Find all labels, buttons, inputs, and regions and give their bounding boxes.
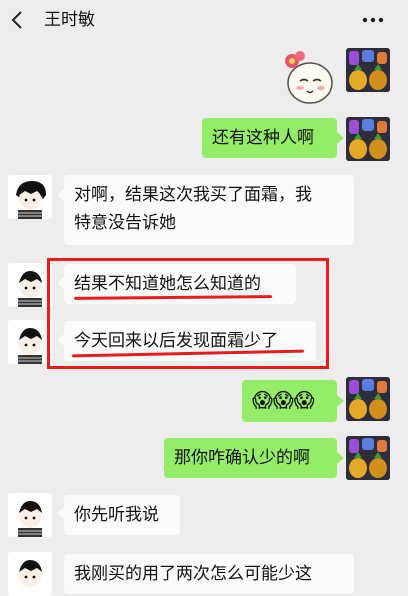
- contact-avatar[interactable]: [8, 493, 52, 537]
- my-avatar[interactable]: [346, 48, 390, 92]
- back-arrow-icon[interactable]: [10, 9, 24, 31]
- my-avatar[interactable]: [346, 117, 390, 161]
- message-text: 我刚买的用了两次怎么可能少这: [74, 564, 312, 584]
- incoming-message-bubble[interactable]: 我刚买的用了两次怎么可能少这: [64, 554, 354, 594]
- my-avatar[interactable]: [346, 436, 390, 480]
- more-options-icon[interactable]: [362, 13, 384, 27]
- incoming-message-bubble[interactable]: 对啊，结果这次我买了面霜，我 特意没告诉她: [64, 175, 354, 245]
- outgoing-message-bubble[interactable]: 还有这种人啊: [202, 118, 337, 158]
- contact-avatar[interactable]: [8, 320, 52, 364]
- message-text: 那你咋确认少的啊: [174, 448, 310, 468]
- message-text: 还有这种人啊: [212, 128, 314, 148]
- outgoing-message-bubble[interactable]: 😱😱😱: [242, 380, 337, 422]
- bubble-tail: [337, 132, 344, 144]
- bubble-tail: [337, 395, 344, 407]
- chat-title: 王时敏: [44, 10, 95, 30]
- red-highlight-box-annotation: [47, 258, 329, 369]
- outgoing-message-bubble[interactable]: 那你咋确认少的啊: [164, 438, 337, 478]
- incoming-message-bubble[interactable]: 你先听我说: [64, 495, 180, 535]
- contact-avatar[interactable]: [8, 552, 52, 596]
- bubble-tail: [57, 507, 64, 519]
- contact-avatar[interactable]: [8, 175, 52, 219]
- bubble-tail: [57, 189, 64, 201]
- contact-avatar[interactable]: [8, 263, 52, 307]
- smiling-face-with-flower-sticker[interactable]: [278, 45, 338, 105]
- message-text: 😱😱😱: [252, 388, 315, 412]
- message-text-line-1: 对啊，结果这次我买了面霜，我: [74, 185, 312, 205]
- my-avatar[interactable]: [346, 377, 390, 421]
- bubble-tail: [337, 452, 344, 464]
- message-text: 你先听我说: [74, 505, 159, 525]
- chat-header: 王时敏: [0, 0, 408, 40]
- message-text-line-2: 特意没告诉她: [74, 213, 176, 233]
